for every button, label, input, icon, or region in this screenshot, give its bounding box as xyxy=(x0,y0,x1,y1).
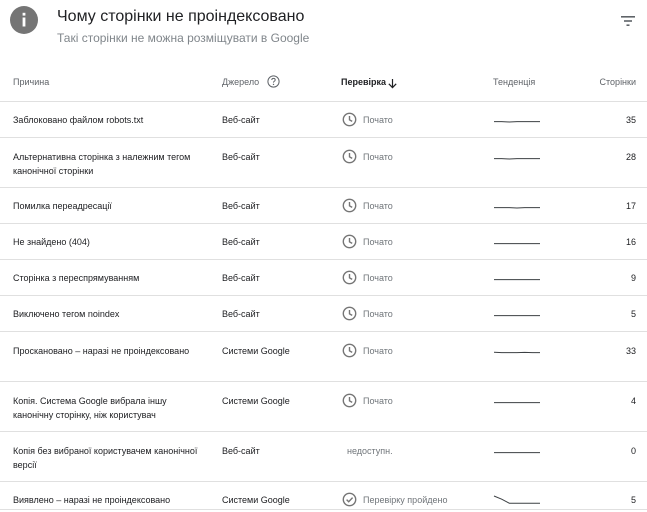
source-cell: Веб-сайт xyxy=(222,446,260,456)
pages-count: 9 xyxy=(630,273,636,283)
validation-status: Почато xyxy=(363,396,393,406)
table-row[interactable]: Виявлено – наразі не проіндексовано Систе… xyxy=(0,482,647,510)
trend-sparkline xyxy=(493,115,541,125)
clock-icon xyxy=(342,270,357,285)
trend-sparkline xyxy=(493,446,541,456)
reason-cell: Виявлено – наразі не проіндексовано xyxy=(13,495,171,505)
pages-count: 16 xyxy=(625,237,636,247)
source-cell: Системи Google xyxy=(222,396,290,406)
validation-status: Почато xyxy=(363,237,393,247)
issues-table: Заблоковано файлом robots.txt Веб-сайт Поч… xyxy=(0,102,647,510)
validation-status: Перевірку пройдено xyxy=(363,495,448,505)
clock-icon xyxy=(342,198,357,213)
trend-sparkline xyxy=(493,346,541,356)
help-icon[interactable] xyxy=(267,75,280,88)
clock-icon xyxy=(342,343,357,358)
column-header-reason[interactable]: Причина xyxy=(13,77,49,87)
page-header: Чому сторінки не проіндексовано Такі сто… xyxy=(0,0,647,60)
table-row[interactable]: Сторінка з переспрямуванням Веб-сайт Почат… xyxy=(0,260,647,296)
table-row[interactable]: Копія без вибраної користувачем канонічн… xyxy=(0,432,647,482)
clock-icon xyxy=(342,306,357,321)
validation-status: Почато xyxy=(363,346,393,356)
trend-sparkline xyxy=(493,152,541,162)
trend-line xyxy=(493,495,540,504)
validation-status: Почато xyxy=(363,273,393,283)
table-row[interactable]: Копія. Система Google вибрала іншу канон… xyxy=(0,382,647,432)
source-cell: Веб-сайт xyxy=(222,152,260,162)
source-cell: Веб-сайт xyxy=(222,115,260,125)
validation-status: Почато xyxy=(363,152,393,162)
pages-count: 5 xyxy=(630,309,636,319)
column-header-source[interactable]: Джерело xyxy=(222,77,259,87)
reason-cell: Проскановано – наразі не проіндексовано xyxy=(13,346,190,356)
page-title: Чому сторінки не проіндексовано xyxy=(57,8,305,25)
reason-cell: Альтернативна сторінка з належним тегом … xyxy=(13,152,191,176)
validation-status: Почато xyxy=(363,115,393,125)
column-header-trend[interactable]: Тенденція xyxy=(493,77,535,87)
clock-icon xyxy=(342,112,357,127)
source-cell: Системи Google xyxy=(222,346,290,356)
source-cell: Веб-сайт xyxy=(222,273,260,283)
source-cell: Системи Google xyxy=(222,495,290,505)
pages-count: 17 xyxy=(625,201,636,211)
trend-sparkline xyxy=(493,201,541,211)
validation-status: Почато xyxy=(363,309,393,319)
column-header-validation[interactable]: Перевірка xyxy=(341,77,386,87)
source-cell: Веб-сайт xyxy=(222,201,260,211)
table-header: Причина Джерело Перевірка Тенденція Стор… xyxy=(0,64,647,102)
reason-cell: Виключено тегом noindex xyxy=(13,309,120,319)
page-subtitle: Такі сторінки не можна розміщувати в Goo… xyxy=(57,31,310,45)
validation-status: недоступн. xyxy=(347,446,393,456)
table-row[interactable]: Проскановано – наразі не проіндексовано С… xyxy=(0,332,647,382)
trend-sparkline xyxy=(493,495,541,505)
filter-icon[interactable] xyxy=(619,14,637,28)
info-icon xyxy=(10,6,38,34)
source-cell: Веб-сайт xyxy=(222,309,260,319)
validation-status: Почато xyxy=(363,201,393,211)
clock-icon xyxy=(342,393,357,408)
pages-count: 35 xyxy=(625,115,636,125)
trend-sparkline xyxy=(493,309,541,319)
trend-sparkline xyxy=(493,273,541,283)
pages-count: 5 xyxy=(630,495,636,505)
reason-cell: Сторінка з переспрямуванням xyxy=(13,273,140,283)
clock-icon xyxy=(342,149,357,164)
pages-count: 28 xyxy=(625,152,636,162)
pages-count: 4 xyxy=(630,396,636,406)
trend-sparkline xyxy=(493,237,541,247)
column-header-pages[interactable]: Сторінки xyxy=(600,77,636,87)
reason-cell: Помилка переадресації xyxy=(13,201,112,211)
pages-count: 0 xyxy=(630,446,636,456)
table-row[interactable]: Альтернативна сторінка з належним тегом … xyxy=(0,138,647,188)
clock-icon xyxy=(342,234,357,249)
reason-cell: Копія. Система Google вибрала іншу канон… xyxy=(13,396,167,420)
pages-count: 33 xyxy=(625,346,636,356)
reason-cell: Копія без вибраної користувачем канонічн… xyxy=(13,446,198,470)
reason-cell: Не знайдено (404) xyxy=(13,237,90,247)
check-circle-icon xyxy=(342,492,357,507)
source-cell: Веб-сайт xyxy=(222,237,260,247)
reason-cell: Заблоковано файлом robots.txt xyxy=(13,115,144,125)
table-row[interactable]: Заблоковано файлом robots.txt Веб-сайт Поч… xyxy=(0,102,647,138)
trend-sparkline xyxy=(493,396,541,406)
table-row[interactable]: Помилка переадресації Веб-сайт Почато 17 xyxy=(0,188,647,224)
table-row[interactable]: Виключено тегом noindex Веб-сайт Почато 5 xyxy=(0,296,647,332)
sort-down-icon[interactable] xyxy=(387,76,398,89)
table-row[interactable]: Не знайдено (404) Веб-сайт Почато 16 xyxy=(0,224,647,260)
